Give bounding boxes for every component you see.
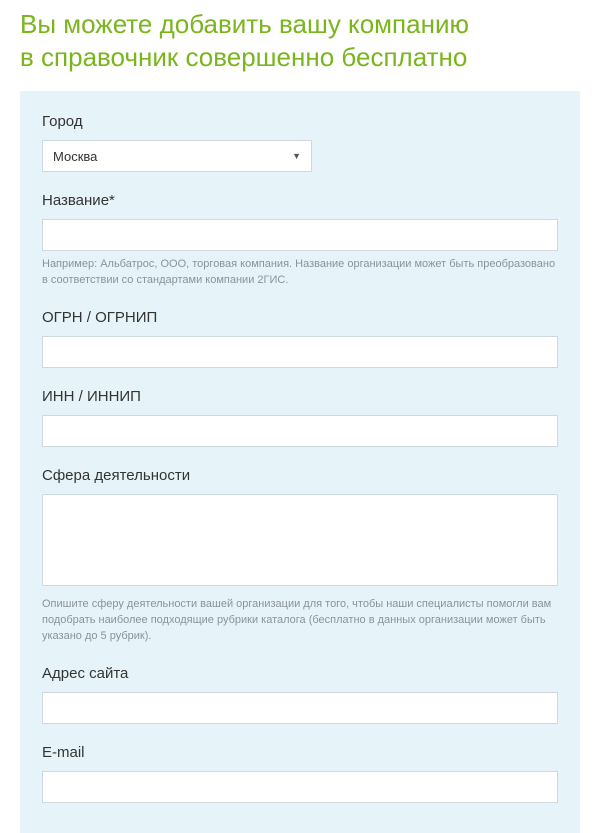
name-hint: Например: Альбатрос, ООО, торговая компа… [42, 257, 558, 289]
activity-textarea[interactable] [42, 494, 558, 586]
page-title-line1: Вы можете добавить вашу компанию [20, 9, 469, 39]
inn-input[interactable] [42, 415, 558, 447]
inn-label: ИНН / ИННИП [42, 388, 558, 405]
site-group: Адрес сайта [42, 665, 558, 724]
name-input[interactable] [42, 219, 558, 251]
activity-group: Сфера деятельности Опишите сферу деятель… [42, 467, 558, 645]
name-group: Название* Например: Альбатрос, ООО, торг… [42, 192, 558, 289]
site-label: Адрес сайта [42, 665, 558, 682]
inn-group: ИНН / ИННИП [42, 388, 558, 447]
activity-label: Сфера деятельности [42, 467, 558, 484]
city-label: Город [42, 113, 558, 130]
page-title: Вы можете добавить вашу компанию в справ… [0, 0, 600, 91]
email-input[interactable] [42, 771, 558, 803]
ogrn-input[interactable] [42, 336, 558, 368]
name-label: Название* [42, 192, 558, 209]
email-group: E-mail [42, 744, 558, 803]
ogrn-group: ОГРН / ОГРНИП [42, 309, 558, 368]
ogrn-label: ОГРН / ОГРНИП [42, 309, 558, 326]
site-input[interactable] [42, 692, 558, 724]
activity-hint: Опишите сферу деятельности вашей организ… [42, 597, 558, 645]
city-group: Город Москва ▼ [42, 113, 558, 172]
page-title-line2: в справочник совершенно бесплатно [20, 42, 467, 72]
chevron-down-icon: ▼ [292, 151, 301, 161]
add-company-form: Город Москва ▼ Название* Например: Альба… [20, 91, 580, 833]
email-label: E-mail [42, 744, 558, 761]
city-select-value: Москва [53, 149, 292, 164]
city-select[interactable]: Москва ▼ [42, 140, 312, 172]
